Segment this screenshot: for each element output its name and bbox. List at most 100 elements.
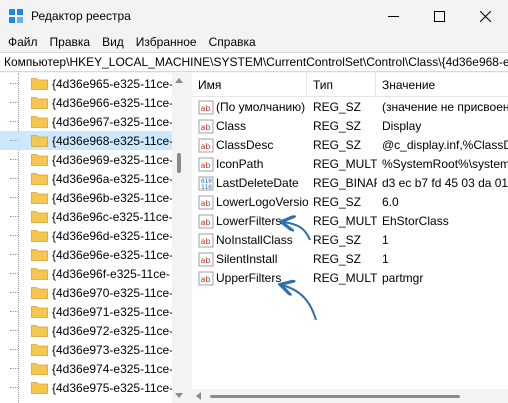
tree-item-label: {4d36e96c-e325-11ce- [52,209,173,224]
tree-item-label: {4d36e972-e325-11ce- [52,323,174,338]
tree-item[interactable]: {4d36e96f-e325-11ce- [0,264,172,283]
tree-connector [10,254,18,255]
value-name: IconPath [216,157,264,171]
column-type[interactable]: Тип [307,73,376,97]
value-row[interactable]: ab NoInstallClass REG_SZ 1 [192,231,508,250]
scroll-up-icon[interactable] [175,78,183,83]
value-row[interactable]: ab IconPath REG_MULTI_SZ %SystemRoot%\syste… [192,155,508,174]
tree-vertical-scrollbar[interactable] [172,73,186,403]
tree-item-label: {4d36e96f-e325-11ce- [52,266,170,281]
tree-item[interactable]: {4d36e96d-e325-11ce- [0,226,173,245]
close-button[interactable] [462,0,508,32]
string-value-icon: ab [198,233,214,248]
value-row[interactable]: ab Class REG_SZ Display [192,117,508,136]
tree-item[interactable]: {4d36e975-e325-11ce- [0,378,173,397]
maximize-button[interactable] [416,0,462,32]
folder-icon [31,382,48,394]
scroll-thumb[interactable] [177,153,181,173]
tree-connector [10,121,18,122]
tree-connector [10,216,18,217]
tree-item-selected[interactable]: {4d36e968-e325-11ce- [0,131,173,150]
tree-item[interactable]: {4d36e96a-e325-11ce- [0,169,174,188]
value-type: REG_MULTI_SZ [313,214,377,228]
value-row[interactable]: ab UpperFilters REG_MULTI_SZ partmgr [192,269,508,288]
value-row[interactable]: ab LowerFilters REG_MULTI_SZ EhStorClass [192,212,508,231]
address-bar[interactable]: Компьютер\HKEY_LOCAL_MACHINE\SYSTEM\Curr… [0,52,508,72]
value-name: NoInstallClass [216,233,293,247]
value-row[interactable]: 010110LastDeleteDate REG_BINARY d3 ec b7 f… [192,174,508,193]
scroll-down-icon[interactable] [175,393,183,398]
svg-text:ab: ab [201,199,211,208]
tree-connector [10,330,18,331]
menu-file[interactable]: Файл [2,35,44,49]
tree-item-label: {4d36e973-e325-11ce- [52,342,174,357]
tree-item[interactable]: {4d36e970-e325-11ce- [0,283,174,302]
tree-item[interactable]: {4d36e974-e325-11ce- [0,359,173,378]
window-title: Редактор реестра [31,9,131,23]
tree-item-label: {4d36e969-e325-11ce- [52,152,174,167]
tree-item-label: {4d36e970-e325-11ce- [52,285,174,300]
menu-edit[interactable]: Правка [44,35,97,49]
minimize-button[interactable] [370,0,416,32]
value-type: REG_SZ [313,100,362,114]
registry-tree[interactable]: {4d36e965-e325-11ce- {4d36e966-e325-11ce-… [0,73,186,403]
h-scroll-thumb[interactable] [210,395,460,398]
scroll-left-icon[interactable] [196,392,201,400]
column-name[interactable]: Имя [192,73,307,97]
value-type: REG_SZ [313,195,362,209]
tree-item[interactable]: {4d36e972-e325-11ce- [0,321,174,340]
tree-item[interactable]: {4d36e969-e325-11ce- [0,150,174,169]
value-name: LowerLogoVersion [216,195,308,209]
value-data: 1 [382,252,389,266]
tree-connector [10,83,18,84]
list-horizontal-scrollbar[interactable] [192,389,508,403]
value-data: 1 [382,233,389,247]
tree-connector [10,387,18,388]
folder-icon [31,287,48,299]
regedit-app-icon [9,9,23,23]
folder-icon [31,78,48,90]
column-data[interactable]: Значение [376,73,508,97]
menu-view[interactable]: Вид [96,35,130,49]
tree-item[interactable]: {4d36e96e-e325-11ce- [0,245,174,264]
tree-item[interactable]: {4d36e971-e325-11ce- [0,302,173,321]
menu-help[interactable]: Справка [203,35,262,49]
tree-item[interactable]: {4d36e966-e325-11ce- [0,93,174,112]
svg-text:ab: ab [201,218,211,227]
value-row[interactable]: ab (По умолчанию) REG_SZ (значение не присв… [192,98,508,117]
tree-item[interactable]: {4d36e965-e325-11ce- [0,74,174,93]
svg-text:ab: ab [201,142,211,151]
value-data: %SystemRoot%\system32\ [382,157,508,171]
tree-connector [10,197,18,198]
svg-text:110: 110 [201,184,212,191]
tree-item-label: {4d36e965-e325-11ce- [52,76,174,91]
menu-favorites[interactable]: Избранное [130,35,203,49]
tree-connector [10,140,18,141]
tree-item[interactable]: {4d36e96c-e325-11ce- [0,207,173,226]
value-name: LastDeleteDate [216,176,299,190]
binary-value-icon: 010110 [198,176,214,191]
value-row[interactable]: ab ClassDesc REG_SZ @c_display.inf,%ClassDe… [192,136,508,155]
folder-icon [31,192,48,204]
tree-item[interactable]: {4d36e96b-e325-11ce- [0,188,174,207]
string-value-icon: ab [198,138,214,153]
tree-item-label: {4d36e96a-e325-11ce- [52,171,174,186]
svg-text:ab: ab [201,104,211,113]
folder-icon [31,268,48,280]
tree-item-label: {4d36e96b-e325-11ce- [52,190,174,205]
tree-item-label: {4d36e96e-e325-11ce- [52,247,174,262]
value-type: REG_MULTI_SZ [313,157,377,171]
tree-item[interactable]: {4d36e973-e325-11ce- [0,340,174,359]
value-name: Class [216,119,247,133]
svg-text:ab: ab [201,123,211,132]
menu-bar: Файл Правка Вид Избранное Справка [0,32,508,52]
value-name: (По умолчанию) [216,100,306,114]
tree-item[interactable]: {4d36e967-e325-11ce- [0,112,173,131]
tree-item-label: {4d36e966-e325-11ce- [52,95,174,110]
folder-icon [31,325,48,337]
tree-connector [10,159,18,160]
value-row[interactable]: ab SilentInstall REG_SZ 1 [192,250,508,269]
string-value-icon: ab [198,195,214,210]
value-row[interactable]: ab LowerLogoVersion REG_SZ 6.0 [192,193,508,212]
svg-text:ab: ab [201,237,211,246]
